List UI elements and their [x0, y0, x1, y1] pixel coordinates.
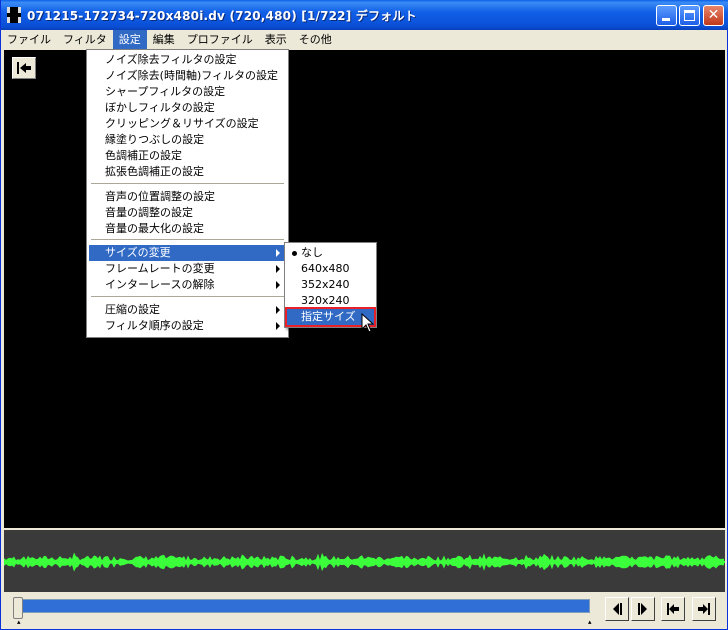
menu-item-noise-filter[interactable]: ノイズ除去フィルタの設定 [89, 52, 286, 68]
menu-item-compression[interactable]: 圧縮の設定 [89, 302, 286, 318]
minimize-button[interactable] [656, 5, 677, 26]
next-keyframe-icon [698, 603, 710, 615]
menu-other[interactable]: その他 [293, 30, 338, 49]
menu-item-ext-color-correction[interactable]: 拡張色調補正の設定 [89, 164, 286, 180]
menu-item-clipping-resize[interactable]: クリッピング＆リサイズの設定 [89, 116, 286, 132]
menu-edit[interactable]: 編集 [147, 30, 181, 49]
size-option-none[interactable]: なし [287, 245, 374, 261]
close-button[interactable]: ✕ [703, 5, 724, 26]
seek-bar[interactable] [22, 599, 590, 613]
seek-area: ▴ ▴ [4, 594, 725, 626]
prev-keyframe-icon [667, 603, 679, 615]
menu-item-label: インターレースの解除 [105, 278, 215, 291]
menu-item-color-correction[interactable]: 色調補正の設定 [89, 148, 286, 164]
menu-filter[interactable]: フィルタ [57, 30, 113, 49]
menu-item-label: 圧縮の設定 [105, 303, 160, 316]
maximize-button[interactable] [679, 5, 700, 26]
window-title: 071215-172734-720x480i.dv (720,480) [1/7… [27, 9, 417, 23]
menu-item-deinterlace[interactable]: インターレースの解除 [89, 277, 286, 293]
menu-file[interactable]: ファイル [1, 30, 57, 49]
menu-item-framerate[interactable]: フレームレートの変更 [89, 261, 286, 277]
menu-item-filter-order[interactable]: フィルタ順序の設定 [89, 318, 286, 334]
size-option-352x240[interactable]: 352x240 [287, 277, 374, 293]
settings-menu: ノイズ除去フィルタの設定 ノイズ除去(時間軸)フィルタの設定 シャープフィルタの… [86, 49, 289, 338]
prev-frame-icon [613, 603, 622, 615]
menu-separator [91, 183, 284, 185]
menu-item-volume-max[interactable]: 音量の最大化の設定 [89, 221, 286, 237]
maximize-icon [684, 10, 695, 21]
menu-settings[interactable]: 設定 [112, 30, 147, 49]
menu-item-sharp-filter[interactable]: シャープフィルタの設定 [89, 84, 286, 100]
submenu-arrow-icon [276, 265, 280, 273]
title-bar[interactable]: 071215-172734-720x480i.dv (720,480) [1/7… [1, 0, 728, 30]
menu-item-volume[interactable]: 音量の調整の設定 [89, 205, 286, 221]
size-option-320x240[interactable]: 320x240 [287, 293, 374, 309]
menu-item-label: サイズの変更 [105, 246, 171, 259]
minimize-icon [662, 18, 670, 21]
menu-profile[interactable]: プロファイル [181, 30, 259, 49]
menu-item-noise-time-filter[interactable]: ノイズ除去(時間軸)フィルタの設定 [89, 68, 286, 84]
menu-bar: ファイル フィルタ 設定 編集 プロファイル 表示 その他 [1, 30, 727, 49]
next-keyframe-button[interactable] [692, 597, 716, 621]
size-option-label: なし [301, 246, 323, 259]
seek-end-tick: ▴ [588, 618, 592, 626]
radio-bullet-icon [292, 251, 297, 256]
seek-start-tick: ▴ [17, 618, 21, 626]
audio-waveform [4, 530, 725, 592]
menu-item-resize[interactable]: サイズの変更 [89, 245, 286, 261]
submenu-arrow-icon [276, 306, 280, 314]
go-to-start-icon [17, 62, 31, 74]
menu-separator [91, 239, 284, 241]
next-frame-button[interactable] [631, 597, 655, 621]
waveform-graphic [4, 552, 725, 572]
menu-separator [91, 296, 284, 298]
prev-keyframe-button[interactable] [661, 597, 685, 621]
menu-view[interactable]: 表示 [259, 30, 293, 49]
arrow-cursor-icon [361, 313, 375, 333]
prev-frame-button[interactable] [605, 597, 629, 621]
submenu-arrow-icon [276, 281, 280, 289]
menu-item-label: フィルタ順序の設定 [105, 319, 204, 332]
menu-item-label: フレームレートの変更 [105, 262, 215, 275]
menu-item-audio-position[interactable]: 音声の位置調整の設定 [89, 189, 286, 205]
submenu-arrow-icon [276, 322, 280, 330]
go-to-start-button[interactable] [12, 57, 36, 79]
close-icon: ✕ [707, 7, 720, 23]
next-frame-icon [638, 603, 647, 615]
seek-thumb[interactable] [13, 597, 23, 619]
menu-item-blur-filter[interactable]: ぼかしフィルタの設定 [89, 100, 286, 116]
size-option-640x480[interactable]: 640x480 [287, 261, 374, 277]
film-icon [7, 7, 21, 23]
submenu-arrow-icon [276, 249, 280, 257]
menu-item-border-fill[interactable]: 縁塗りつぶしの設定 [89, 132, 286, 148]
